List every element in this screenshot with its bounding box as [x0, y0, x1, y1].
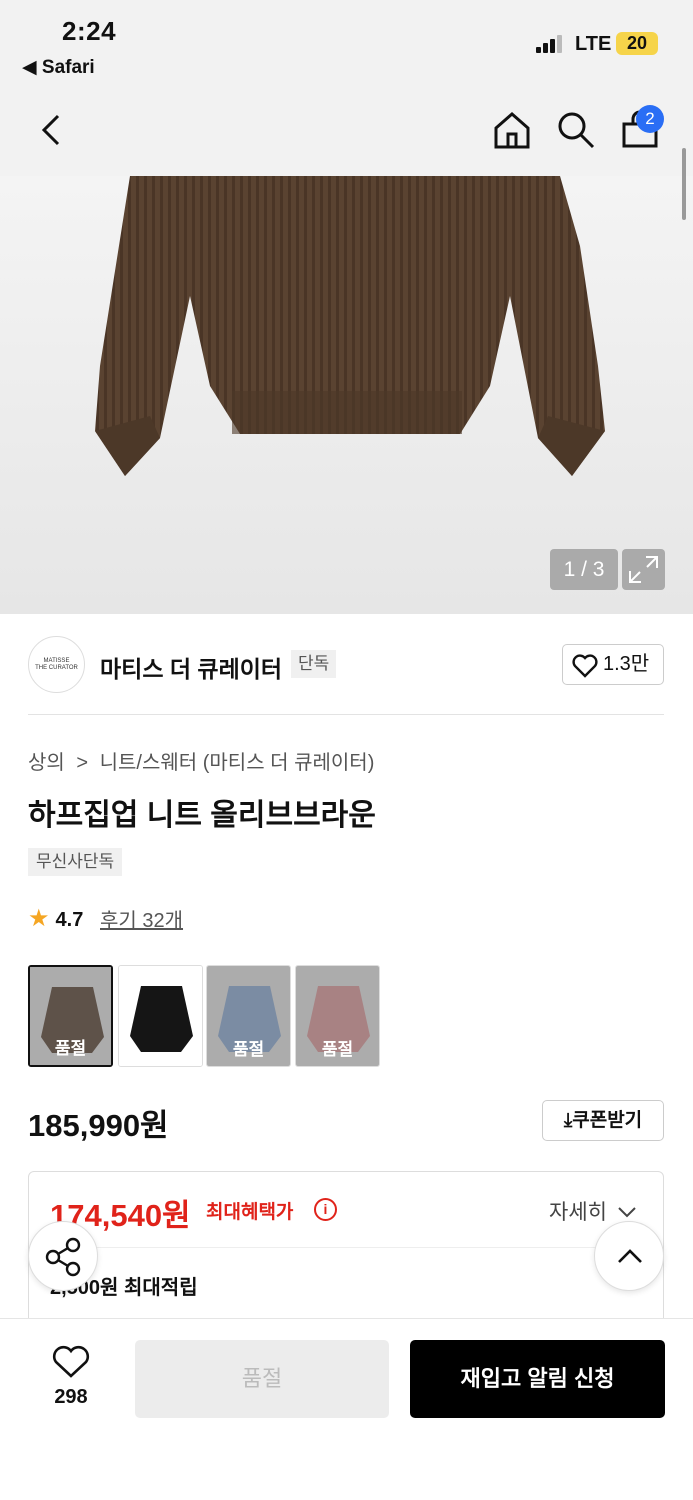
expand-icon [629, 556, 658, 583]
back-to-safari-link[interactable]: ◀ Safari [22, 56, 95, 79]
share-icon [45, 1237, 81, 1277]
color-swatch-black[interactable] [118, 965, 203, 1067]
chevron-up-icon [618, 1249, 642, 1263]
scroll-to-top-button[interactable] [594, 1221, 664, 1291]
original-price: 185,990원 [28, 1108, 169, 1143]
rating: ★ 4.7 [28, 904, 83, 933]
wishlist-heart-icon[interactable] [52, 1345, 90, 1379]
color-swatch-olive-brown[interactable]: 품절 [28, 965, 113, 1067]
divider [28, 714, 664, 715]
divider [50, 1247, 642, 1248]
search-icon[interactable] [556, 110, 596, 150]
status-time: 2:24 [62, 16, 117, 46]
brand-logo[interactable]: MATISSE THE CURATOR [28, 636, 85, 693]
coupon-label: 쿠폰받기 [572, 1110, 643, 1131]
swatch-image [119, 966, 202, 1066]
breadcrumb-separator: > [76, 752, 89, 774]
info-icon[interactable]: i [314, 1198, 337, 1221]
expand-image-button[interactable] [622, 549, 665, 590]
brand-name[interactable]: 마티스 더 큐레이터 [100, 650, 282, 684]
breadcrumb-category[interactable]: 상의 [28, 752, 65, 774]
breadcrumb: 상의 > 니트/스웨터 (마티스 더 큐레이터) [28, 746, 380, 775]
chevron-down-icon [618, 1207, 636, 1218]
sold-out-label: 품절 [321, 1040, 354, 1059]
brand-like-button[interactable]: 1.3만 [562, 644, 664, 685]
battery-indicator: 20 [616, 32, 658, 55]
sold-out-label: 품절 [54, 1039, 87, 1058]
back-arrow-icon[interactable] [36, 112, 66, 148]
wishlist-count: 298 [54, 1386, 88, 1408]
product-title: 하프집업 니트 올리브브라운 [28, 799, 376, 832]
color-swatch-pink[interactable]: 품절 [295, 965, 380, 1067]
home-icon[interactable] [492, 110, 532, 150]
heart-icon [572, 654, 598, 678]
network-type: LTE [575, 33, 612, 55]
star-icon: ★ [28, 905, 50, 932]
exclusive-badge: 단독 [291, 650, 337, 678]
review-link[interactable]: 후기 32개 [100, 904, 183, 933]
restock-alert-button[interactable]: 재입고 알림 신청 [410, 1340, 665, 1418]
cart-count-badge: 2 [636, 105, 664, 133]
color-swatch-blue[interactable]: 품절 [206, 965, 291, 1067]
share-button[interactable] [28, 1221, 98, 1291]
sold-out-button[interactable]: 품절 [135, 1340, 389, 1418]
download-icon: ⤓ [563, 1110, 573, 1131]
exclusive-tag: 무신사단독 [28, 848, 123, 876]
brand-like-count: 1.3만 [603, 653, 650, 675]
rating-value: 4.7 [55, 909, 84, 931]
max-benefit-label: 최대혜택가 [206, 1202, 294, 1223]
sold-out-label: 품절 [232, 1040, 265, 1059]
top-navigation [0, 96, 693, 176]
scrollbar[interactable] [682, 148, 686, 220]
cellular-signal-icon [536, 35, 564, 53]
coupon-button[interactable]: ⤓쿠폰받기 [542, 1100, 664, 1141]
image-counter: 1 / 3 [550, 549, 618, 590]
detail-label: 자세히 [549, 1201, 607, 1224]
breadcrumb-subcategory[interactable]: 니트/스웨터 (마티스 더 큐레이터) [100, 752, 375, 774]
